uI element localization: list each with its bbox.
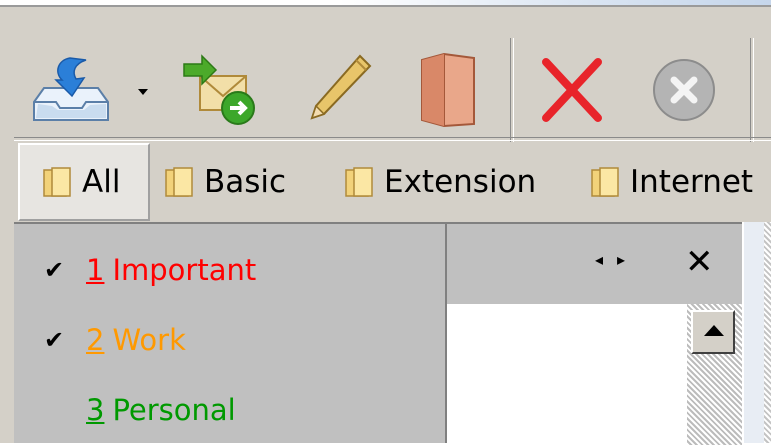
tag-list-pane: ✔ 1 Important ✔ 2 Work ✔ 3 Personal bbox=[14, 222, 445, 443]
forward-button[interactable] bbox=[176, 50, 256, 130]
tab-all[interactable]: All bbox=[18, 143, 150, 221]
checkmark-icon: ✔ bbox=[44, 256, 65, 284]
panel-content[interactable] bbox=[447, 304, 687, 445]
tab-extension[interactable]: Extension bbox=[344, 143, 536, 221]
pencil-icon bbox=[310, 54, 372, 120]
folder-icon bbox=[345, 167, 373, 197]
edit-button[interactable] bbox=[298, 50, 378, 130]
docked-panel: ◂▸ ✕ bbox=[445, 222, 742, 445]
folder-icon bbox=[165, 167, 193, 197]
toolbar-separator bbox=[750, 38, 754, 142]
tag-number: 2 bbox=[86, 323, 105, 357]
get-mail-button[interactable] bbox=[28, 50, 114, 130]
arrow-left-icon[interactable]: ◂ bbox=[595, 250, 617, 269]
tag-item-work[interactable]: ✔ 2 Work bbox=[44, 320, 186, 360]
window-edge bbox=[742, 222, 771, 443]
tag-label: Work bbox=[112, 323, 186, 357]
tag-item-personal[interactable]: ✔ 3 Personal bbox=[44, 390, 236, 430]
cancel-button[interactable] bbox=[644, 50, 724, 130]
checkmark-icon: ✔ bbox=[44, 326, 65, 354]
panel-header: ◂▸ ✕ bbox=[447, 224, 742, 302]
scroll-up-button[interactable] bbox=[691, 310, 735, 354]
tab-label: Internet bbox=[630, 164, 754, 200]
cancel-circle-icon bbox=[653, 59, 715, 121]
tab-basic[interactable]: Basic bbox=[164, 143, 286, 221]
tab-label: Basic bbox=[204, 164, 287, 200]
vertical-scrollbar[interactable] bbox=[687, 304, 742, 445]
notebook-icon bbox=[421, 52, 475, 128]
main-toolbar bbox=[14, 20, 771, 142]
dropdown-arrow-icon[interactable] bbox=[138, 80, 148, 95]
forward-mail-icon bbox=[183, 54, 255, 125]
tag-label: Personal bbox=[112, 393, 236, 427]
tag-number: 3 bbox=[86, 393, 105, 427]
folder-icon bbox=[43, 167, 71, 197]
tab-label: All bbox=[82, 164, 121, 200]
tag-item-important[interactable]: ✔ 1 Important bbox=[44, 250, 256, 290]
toolbar-separator bbox=[510, 38, 514, 142]
delete-button[interactable] bbox=[532, 50, 612, 130]
panel-close-icon[interactable]: ✕ bbox=[685, 242, 714, 282]
tag-label: Important bbox=[112, 253, 257, 287]
category-tabs: All Basic Extension Internet bbox=[14, 143, 771, 221]
tab-internet[interactable]: Internet bbox=[590, 143, 753, 221]
tag-number: 1 bbox=[86, 253, 105, 287]
inbox-download-icon bbox=[33, 57, 109, 121]
tab-label: Extension bbox=[384, 164, 537, 200]
delete-x-icon bbox=[542, 58, 602, 122]
notes-button[interactable] bbox=[410, 50, 490, 130]
toolbar-divider bbox=[14, 137, 771, 141]
panel-nav: ◂▸ bbox=[595, 250, 639, 269]
folder-icon bbox=[591, 167, 619, 197]
arrow-right-icon[interactable]: ▸ bbox=[617, 250, 639, 269]
scrollbar-track bbox=[764, 222, 771, 443]
